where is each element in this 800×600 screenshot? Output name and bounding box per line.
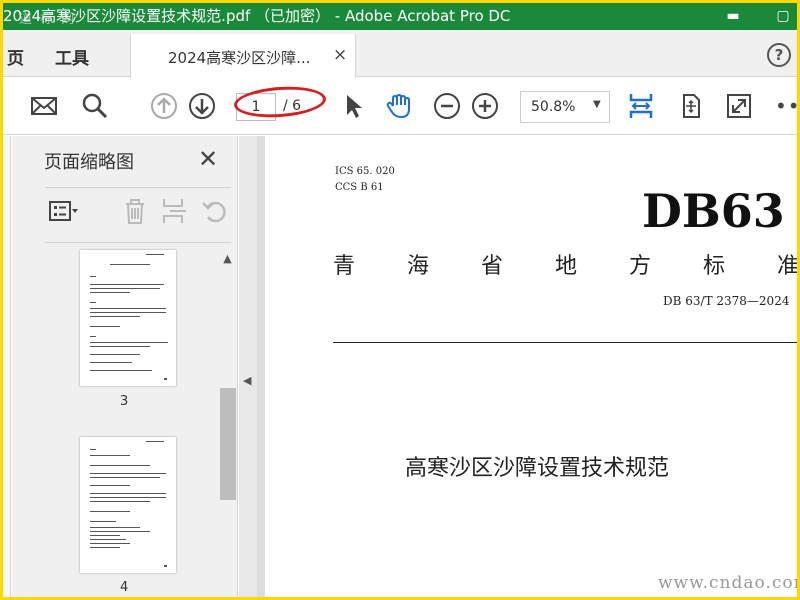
previous-page-icon[interactable] bbox=[150, 92, 178, 120]
province-standard-heading: 青 海 省 地 方 标 准 bbox=[333, 248, 797, 279]
acrobat-window: 2024高寒沙区沙障设置技术规范.pdf （已加密） - Adobe Acrob… bbox=[3, 3, 797, 597]
divider-line bbox=[333, 342, 797, 343]
document-tab[interactable]: 2024高寒沙区沙障... × bbox=[130, 34, 356, 78]
select-arrow-icon[interactable] bbox=[339, 92, 367, 120]
insert-page-icon[interactable] bbox=[160, 196, 190, 226]
page-thumbnail-3[interactable] bbox=[80, 250, 176, 386]
page-thumbnails-panel: 页面缩略图 ✕ 3 4 ▲ bbox=[12, 136, 238, 597]
watermark-logo: 道 标 网 bbox=[19, 12, 77, 27]
thumbnail-scrollbar[interactable]: ▲ bbox=[219, 248, 236, 597]
collapse-panel-icon[interactable]: ◀ bbox=[243, 374, 251, 387]
heading-char: 方 bbox=[629, 254, 652, 279]
standard-code: DB63 bbox=[642, 184, 785, 238]
menu-tab-bar: 页 工具 2024高寒沙区沙障... × ? bbox=[3, 30, 797, 78]
zoom-in-icon[interactable] bbox=[471, 92, 499, 120]
heading-char: 青 bbox=[333, 254, 356, 279]
document-view[interactable]: ICS 65. 020 CCS B 61 DB63 青 海 省 地 方 标 准 … bbox=[257, 136, 797, 597]
document-title: 高寒沙区沙障设置技术规范 bbox=[405, 456, 670, 481]
minimize-button[interactable]: ▬ bbox=[721, 3, 745, 30]
thumbnail-label-4: 4 bbox=[120, 580, 129, 595]
close-panel-icon[interactable]: ✕ bbox=[198, 145, 218, 173]
fit-width-icon[interactable] bbox=[627, 92, 655, 120]
hand-tool-icon[interactable] bbox=[385, 92, 413, 120]
site-watermark: www.cndao.com bbox=[658, 573, 797, 593]
menu-home[interactable]: 页 bbox=[7, 44, 24, 69]
more-tools-icon[interactable]: ••• bbox=[775, 94, 797, 118]
menu-tools[interactable]: 工具 bbox=[55, 44, 89, 69]
title-bar: 2024高寒沙区沙障设置技术规范.pdf （已加密） - Adobe Acrob… bbox=[3, 3, 797, 30]
heading-char: 标 bbox=[703, 254, 726, 279]
panel-title: 页面缩略图 bbox=[44, 152, 134, 173]
rotate-page-icon[interactable] bbox=[200, 196, 230, 226]
heading-char: 省 bbox=[481, 254, 504, 279]
search-icon[interactable] bbox=[81, 92, 109, 120]
window-title: 2024高寒沙区沙障设置技术规范.pdf （已加密） - Adobe Acrob… bbox=[3, 7, 511, 25]
navigation-pane-strip[interactable] bbox=[3, 136, 11, 597]
ccs-code: CCS B 61 bbox=[335, 182, 384, 193]
ics-code: ICS 65. 020 bbox=[335, 166, 395, 177]
pdf-page: ICS 65. 020 CCS B 61 DB63 青 海 省 地 方 标 准 … bbox=[265, 136, 797, 597]
zoom-value: 50.8% bbox=[531, 99, 576, 115]
divider bbox=[45, 187, 231, 188]
rotate-view-icon[interactable] bbox=[677, 92, 705, 120]
divider bbox=[45, 242, 231, 243]
document-number: DB 63/T 2378—2024 bbox=[663, 294, 790, 308]
thumbnail-label-3: 3 bbox=[120, 394, 129, 409]
next-page-icon[interactable] bbox=[188, 92, 216, 120]
page-thumbnail-4[interactable] bbox=[80, 437, 176, 573]
panel-splitter[interactable]: ◀ bbox=[239, 136, 257, 597]
mail-icon[interactable] bbox=[30, 92, 58, 120]
zoom-out-icon[interactable] bbox=[433, 92, 461, 120]
scroll-up-icon[interactable]: ▲ bbox=[219, 252, 236, 266]
trash-icon[interactable] bbox=[120, 196, 150, 226]
scrollbar-thumb[interactable] bbox=[220, 388, 236, 500]
toolbar: 1 / 6 50.8% ▼ ••• bbox=[3, 78, 797, 135]
close-tab-icon[interactable]: × bbox=[333, 45, 347, 65]
chevron-down-icon: ▼ bbox=[593, 99, 601, 110]
help-icon[interactable]: ? bbox=[767, 43, 791, 67]
options-menu-icon[interactable] bbox=[48, 196, 78, 226]
heading-char: 海 bbox=[407, 254, 430, 279]
zoom-level-select[interactable]: 50.8% ▼ bbox=[520, 91, 610, 123]
heading-char: 准 bbox=[777, 254, 797, 279]
restore-button[interactable]: ▢ bbox=[771, 3, 795, 30]
red-highlight-ellipse bbox=[233, 83, 327, 121]
heading-char: 地 bbox=[555, 254, 578, 279]
document-tab-label: 2024高寒沙区沙障... bbox=[168, 49, 311, 67]
full-screen-icon[interactable] bbox=[725, 92, 753, 120]
